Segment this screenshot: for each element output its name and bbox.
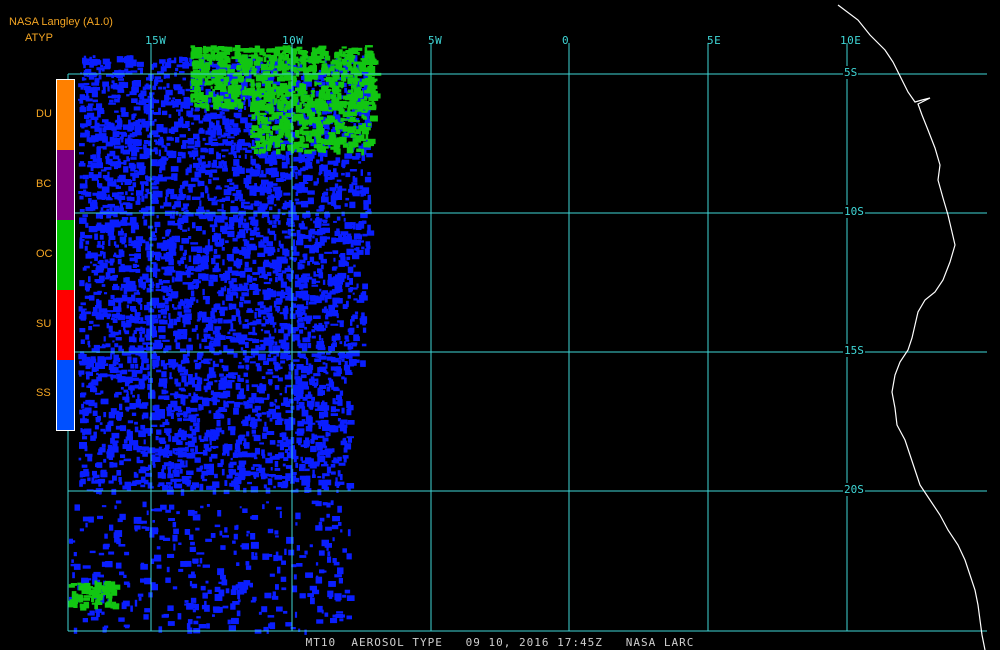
legend-label-su: SU <box>36 318 52 330</box>
legend-label-ss: SS <box>36 387 51 399</box>
lon-label-15w: 15W <box>145 34 167 47</box>
legend-label-du: DU <box>36 108 52 120</box>
africa-coastline <box>837 4 986 650</box>
lon-label-0: 0 <box>562 34 570 47</box>
legend-colorbar <box>56 79 75 431</box>
lat-label-5s: 5S <box>843 66 859 79</box>
legend-label-bc: BC <box>36 178 52 190</box>
lon-label-5e: 5E <box>707 34 722 47</box>
ss-region-middle <box>78 255 368 371</box>
legend-swatch-ss <box>57 360 74 430</box>
oc-region-south <box>68 580 121 611</box>
legend-label-oc: OC <box>36 248 53 260</box>
legend-swatch-oc <box>57 220 74 290</box>
ss-region-lower <box>78 365 355 496</box>
lat-label-15s: 15S <box>843 344 865 357</box>
lat-label-10s: 10S <box>843 205 865 218</box>
ss-region-south <box>68 500 355 635</box>
legend-swatch-su <box>57 290 74 360</box>
aerosol-type-map <box>56 4 987 650</box>
lon-label-10e: 10E <box>840 34 862 47</box>
ss-region-upper <box>78 145 375 261</box>
legend-swatch-bc <box>57 150 74 220</box>
lon-label-10w: 10W <box>282 34 304 47</box>
lat-label-20s: 20S <box>843 483 865 496</box>
product-code: ATYP <box>25 32 53 44</box>
map-caption: MT10 AEROSOL TYPE 09 10, 2016 17:45Z NAS… <box>305 636 695 649</box>
legend-swatch-du <box>57 80 74 150</box>
aerosol-pixel-layer <box>68 45 382 635</box>
agency-title: NASA Langley (A1.0) <box>9 16 113 28</box>
lon-label-5w: 5W <box>428 34 443 47</box>
